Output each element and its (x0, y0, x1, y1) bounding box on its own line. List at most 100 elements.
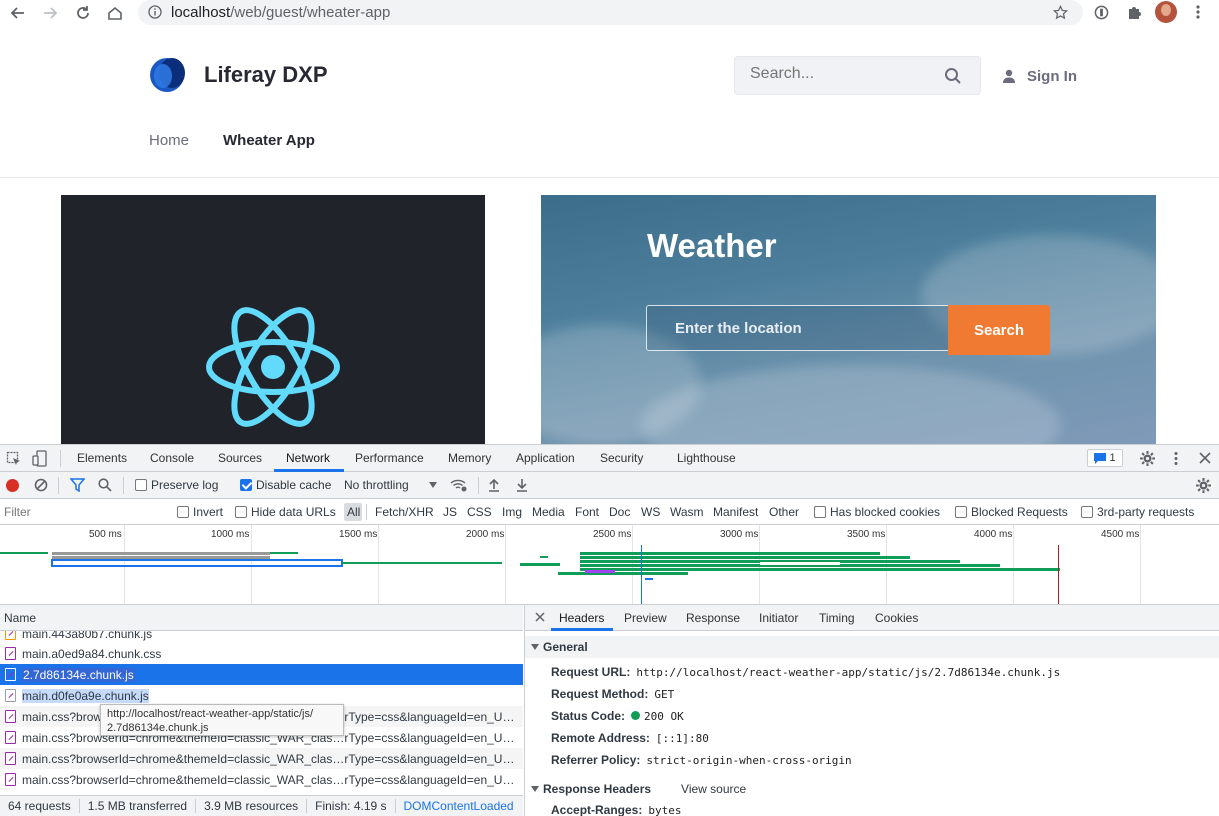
type-filter-wasm[interactable]: Wasm (670, 505, 704, 519)
request-row-selected[interactable]: 2.7d86134e.chunk.js (0, 664, 523, 685)
general-section-header[interactable]: General (525, 636, 1219, 658)
tab-memory[interactable]: Memory (448, 451, 491, 465)
detail-tab-timing[interactable]: Timing (819, 611, 855, 625)
detail-tab-initiator[interactable]: Initiator (759, 611, 798, 625)
type-filter-media[interactable]: Media (532, 505, 565, 519)
disable-cache-checkbox[interactable]: Disable cache (240, 478, 331, 492)
requests-name-column-header[interactable]: Name (0, 605, 523, 631)
tab-network[interactable]: Network (286, 451, 330, 465)
type-filter-font[interactable]: Font (575, 505, 599, 519)
devtools-tab-bar: Elements Console Sources Network Perform… (0, 445, 1219, 472)
hide-data-urls-box[interactable] (235, 506, 247, 518)
blocked-requests-checkbox[interactable]: Blocked Requests (955, 505, 1068, 519)
tab-security[interactable]: Security (600, 451, 643, 465)
request-row[interactable]: main.a0ed9a84.chunk.css (0, 643, 523, 664)
profile-avatar[interactable] (1155, 1, 1177, 23)
network-conditions-wifi-icon[interactable] (450, 478, 468, 492)
search-icon[interactable] (944, 67, 962, 85)
tab-application[interactable]: Application (516, 451, 575, 465)
request-row[interactable]: main.d0fe0a9e.chunk.js (0, 685, 523, 706)
blocked-requests-box[interactable] (955, 506, 967, 518)
third-party-requests-box[interactable] (1081, 506, 1093, 518)
type-filter-js[interactable]: JS (443, 505, 457, 519)
device-toolbar-icon[interactable] (32, 450, 48, 467)
devtools-menu-icon[interactable] (1172, 451, 1180, 466)
weather-search-button[interactable]: Search (948, 305, 1050, 355)
settings-gear-icon[interactable] (1140, 451, 1155, 466)
preserve-log-box[interactable] (135, 479, 147, 491)
detail-tab-cookies[interactable]: Cookies (875, 611, 918, 625)
filter-funnel-icon[interactable] (70, 478, 85, 492)
type-filter-css[interactable]: CSS (467, 505, 492, 519)
forward-icon[interactable] (39, 2, 61, 24)
has-blocked-cookies-checkbox[interactable]: Has blocked cookies (814, 505, 940, 519)
has-blocked-cookies-box[interactable] (814, 506, 826, 518)
type-filter-other[interactable]: Other (769, 505, 799, 519)
reload-icon[interactable] (72, 2, 94, 24)
invert-checkbox[interactable]: Invert (177, 505, 223, 519)
search-icon[interactable] (98, 478, 112, 492)
preserve-log-checkbox[interactable]: Preserve log (135, 478, 218, 492)
detail-tab-response[interactable]: Response (686, 611, 740, 625)
react-logo-icon (204, 305, 342, 430)
finish-time: Finish: 4.19 s (307, 799, 396, 813)
site-search-input[interactable] (750, 65, 940, 83)
site-brand-name[interactable]: Liferay DXP (204, 62, 328, 88)
nav-link-home[interactable]: Home (149, 132, 189, 149)
sign-in-link[interactable]: Sign In (1003, 66, 1077, 86)
detail-tab-preview[interactable]: Preview (624, 611, 667, 625)
extensions-puzzle-icon[interactable] (1126, 4, 1142, 20)
type-filter-all[interactable]: All (347, 505, 360, 519)
site-search-box[interactable] (734, 56, 981, 95)
type-filter-ws[interactable]: WS (641, 505, 660, 519)
address-bar[interactable]: localhost/web/guest/wheater-app (138, 0, 1083, 25)
disable-cache-box[interactable] (240, 479, 252, 491)
type-filter-fetch-xhr[interactable]: Fetch/XHR (375, 505, 434, 519)
browser-toolbar: localhost/web/guest/wheater-app (0, 0, 1219, 25)
location-input[interactable] (646, 305, 949, 351)
nav-link-wheater-app[interactable]: Wheater App (223, 132, 315, 149)
tab-elements[interactable]: Elements (77, 451, 127, 465)
request-row[interactable]: main.css?browserId=chrome&themeId=classi… (0, 769, 523, 790)
close-detail-icon[interactable] (535, 612, 545, 622)
request-name: 2.7d86134e.chunk.js (22, 667, 135, 682)
type-filter-manifest[interactable]: Manifest (713, 505, 758, 519)
info-icon[interactable] (148, 5, 162, 19)
hide-data-urls-checkbox[interactable]: Hide data URLs (235, 505, 336, 519)
import-har-icon[interactable] (488, 478, 500, 492)
invert-box[interactable] (177, 506, 189, 518)
close-icon[interactable] (1199, 452, 1211, 464)
third-party-requests-checkbox[interactable]: 3rd-party requests (1081, 505, 1194, 519)
request-row[interactable]: main.css?browserId=chrome&themeId=classi… (0, 748, 523, 769)
bookmark-star-icon[interactable] (1053, 5, 1068, 20)
status-code-field: Status Code: 200 OK (551, 709, 684, 723)
record-icon[interactable] (6, 479, 19, 492)
timeline-bars (0, 545, 1060, 604)
tab-lighthouse[interactable]: Lighthouse (677, 451, 736, 465)
type-filter-doc[interactable]: Doc (609, 505, 630, 519)
liferay-logo-icon[interactable] (149, 57, 189, 93)
detail-tab-headers[interactable]: Headers (559, 611, 604, 625)
extension-shield-icon[interactable] (1094, 5, 1109, 20)
export-har-icon[interactable] (516, 478, 528, 492)
home-icon[interactable] (104, 2, 126, 24)
tab-performance[interactable]: Performance (355, 451, 424, 465)
browser-menu-icon[interactable] (1192, 4, 1204, 20)
invert-label: Invert (193, 505, 224, 519)
messages-badge[interactable]: 1 (1087, 449, 1123, 467)
network-timeline-overview[interactable]: 500 ms 1000 ms 1500 ms 2000 ms 2500 ms 3… (0, 525, 1219, 605)
clear-icon[interactable] (34, 478, 48, 492)
back-icon[interactable] (7, 2, 29, 24)
tab-console[interactable]: Console (150, 451, 194, 465)
inspect-element-icon[interactable] (6, 451, 22, 467)
hide-data-urls-label: Hide data URLs (251, 505, 336, 519)
view-source-link[interactable]: View source (681, 782, 746, 796)
general-section-title: General (543, 640, 588, 654)
request-name: main.css?browserId=chrome&themeId=classi… (22, 751, 515, 766)
type-filter-img[interactable]: Img (502, 505, 522, 519)
tab-sources[interactable]: Sources (218, 451, 262, 465)
network-settings-gear-icon[interactable] (1196, 478, 1211, 493)
throttling-select[interactable]: No throttling (344, 478, 437, 492)
response-headers-section-header[interactable]: Response Headers View source (525, 778, 1219, 800)
filter-input[interactable] (0, 502, 164, 521)
